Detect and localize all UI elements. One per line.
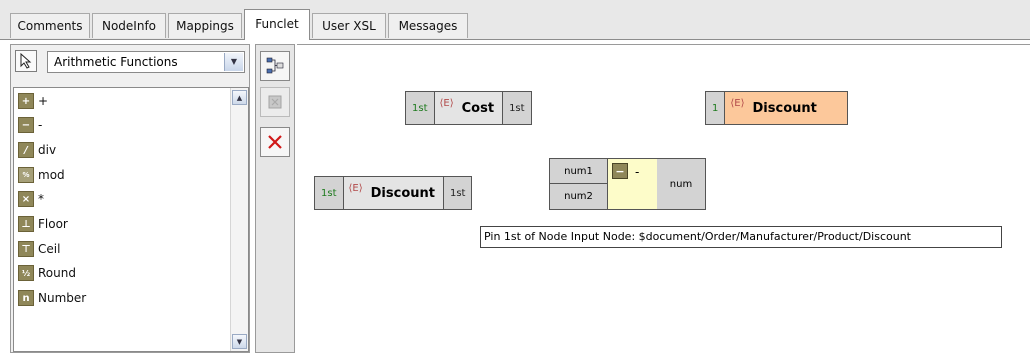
tab-user-xsl[interactable]: User XSL: [312, 13, 386, 38]
element-tag-icon: ⟨E⟩: [348, 182, 363, 194]
list-item-round[interactable]: ½ Round: [18, 262, 76, 284]
discount-target-node[interactable]: 1 ⟨E⟩ Discount: [705, 91, 848, 125]
function-panel: Arithmetic Functions ▼ + + − - / div % m…: [10, 44, 250, 353]
list-item-label: Round: [38, 266, 76, 280]
list-item-label: mod: [38, 168, 65, 182]
list-item-label: -: [38, 118, 43, 132]
list-item-label: *: [38, 192, 44, 206]
list-item-label: +: [38, 94, 49, 108]
node-title-text: Discount: [370, 185, 435, 201]
function-body: − -: [608, 159, 658, 209]
list-item-label: Floor: [38, 217, 68, 231]
list-item-mod[interactable]: % mod: [18, 164, 65, 186]
discount-source-output-pin[interactable]: 1st: [442, 177, 472, 209]
function-category-value: Arithmetic Functions: [54, 55, 178, 69]
number-icon: n: [18, 290, 34, 306]
function-output-pin[interactable]: num: [657, 159, 705, 209]
function-list: + + − - / div % mod × * ⊥ Floor ⊤ Ceil ½: [13, 87, 249, 352]
plus-icon: +: [18, 93, 34, 109]
tab-divider: [0, 39, 1030, 40]
cost-output-pin[interactable]: 1st: [502, 92, 531, 124]
cost-node-title: ⟨E⟩ Cost: [434, 92, 503, 124]
list-item-ceil[interactable]: ⊤ Ceil: [18, 238, 60, 260]
function-symbol: -: [635, 165, 640, 179]
tab-messages[interactable]: Messages: [388, 13, 468, 38]
scroll-up-icon[interactable]: ▲: [232, 90, 247, 105]
disabled-tool-icon[interactable]: [260, 87, 290, 117]
canvas-toolbar: [255, 44, 295, 353]
discount-source-title: ⟨E⟩ Discount: [343, 177, 443, 209]
function-category-select[interactable]: Arithmetic Functions ▼: [47, 51, 245, 73]
function-list-scrollbar[interactable]: ▲ ▼: [230, 88, 248, 351]
multiply-icon: ×: [18, 191, 34, 207]
list-item-multiply[interactable]: × *: [18, 188, 44, 210]
ceil-icon: ⊤: [18, 241, 34, 257]
list-item-div[interactable]: / div: [18, 139, 56, 161]
mapping-canvas[interactable]: 1st ⟨E⟩ Cost 1st 1 ⟨E⟩ Discount 1st ⟨E⟩ …: [297, 44, 1030, 353]
list-item-plus[interactable]: + +: [18, 90, 48, 112]
tab-nodeinfo[interactable]: NodeInfo: [92, 13, 166, 38]
discount-target-title: ⟨E⟩ Discount: [725, 92, 847, 124]
element-tag-icon: ⟨E⟩: [439, 97, 454, 109]
list-item-label: Number: [38, 291, 87, 305]
node-title-text: Discount: [752, 100, 817, 116]
arrow-pointer-icon[interactable]: [15, 50, 37, 72]
pin-tooltip: Pin 1st of Node Input Node: $document/Or…: [480, 226, 1002, 248]
tab-comments[interactable]: Comments: [10, 13, 90, 38]
minus-icon: −: [612, 163, 628, 179]
node-title-text: Cost: [461, 100, 495, 116]
div-icon: /: [18, 142, 34, 158]
discount-source-node[interactable]: 1st ⟨E⟩ Discount 1st: [314, 176, 473, 210]
function-input-pin-2[interactable]: num2: [550, 184, 608, 209]
scroll-down-icon[interactable]: ▼: [232, 334, 247, 349]
tab-funclet[interactable]: Funclet: [244, 9, 310, 40]
list-item-floor[interactable]: ⊥ Floor: [18, 213, 68, 235]
minus-icon: −: [18, 117, 34, 133]
discount-target-input-pin[interactable]: 1: [706, 92, 726, 124]
tab-mappings[interactable]: Mappings: [168, 13, 242, 38]
mod-icon: %: [18, 167, 34, 183]
cost-input-pin[interactable]: 1st: [406, 92, 435, 124]
list-item-minus[interactable]: − -: [18, 114, 42, 136]
list-item-number[interactable]: n Number: [18, 287, 86, 309]
element-tag-icon: ⟨E⟩: [730, 97, 745, 109]
tab-strip: Comments NodeInfo Mappings Funclet User …: [0, 0, 1030, 40]
list-item-label: div: [38, 143, 57, 157]
function-input-pin-1[interactable]: num1: [550, 159, 608, 184]
auto-layout-icon[interactable]: [260, 51, 290, 81]
cost-node[interactable]: 1st ⟨E⟩ Cost 1st: [405, 91, 532, 125]
chevron-down-icon[interactable]: ▼: [224, 53, 243, 71]
list-item-label: Ceil: [38, 242, 61, 256]
floor-icon: ⊥: [18, 216, 34, 232]
round-icon: ½: [18, 265, 34, 281]
discount-source-input-pin[interactable]: 1st: [315, 177, 344, 209]
delete-x-icon[interactable]: [260, 127, 290, 157]
minus-function-node[interactable]: num1 num2 − - num: [549, 158, 706, 210]
